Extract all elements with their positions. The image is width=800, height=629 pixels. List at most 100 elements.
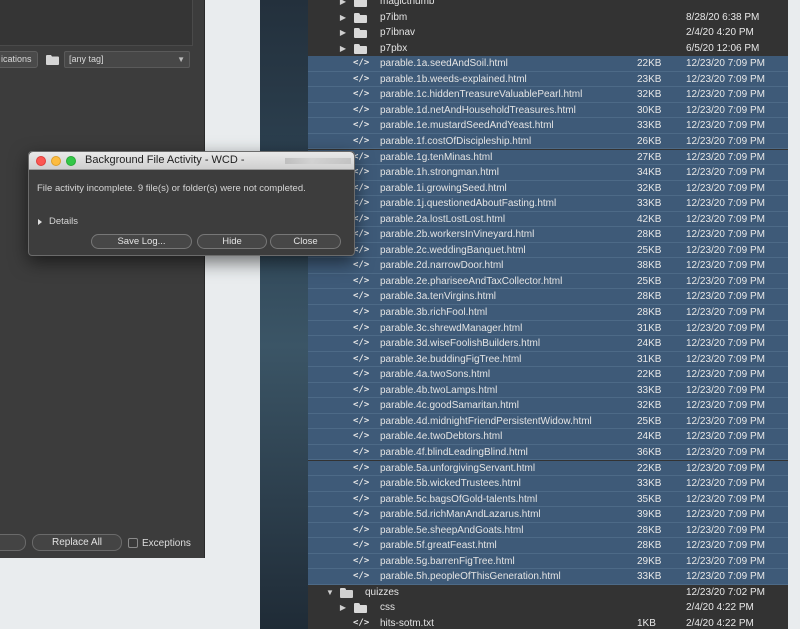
file-row[interactable]: </> parable.5e.sheepAndGoats.html 28KB 12/2… <box>308 522 788 539</box>
file-row[interactable]: </> parable.2e.phariseeAndTaxCollector.ht… <box>308 273 788 290</box>
code-file-icon: </> <box>353 369 370 380</box>
minimize-window-icon[interactable] <box>51 156 61 166</box>
file-name: parable.1h.strongman.html <box>380 167 499 179</box>
file-name: parable.3a.tenVirgins.html <box>380 291 496 303</box>
file-row[interactable]: </> parable.4f.blindLeadingBlind.html 36KB… <box>308 444 788 461</box>
code-file-icon: </> <box>353 229 370 240</box>
file-date: 12/23/20 7:09 PM <box>686 555 765 567</box>
file-name: parable.4f.blindLeadingBlind.html <box>380 446 528 458</box>
file-row[interactable]: </> parable.5d.richManAndLazarus.html 39KB… <box>308 507 788 523</box>
folder-row[interactable]: ▼ quizzes 12/23/20 7:02 PM <box>308 585 788 601</box>
file-row[interactable]: </> parable.3c.shrewdManager.html 31KB 12/2… <box>308 320 788 337</box>
file-row[interactable]: </> parable.1h.strongman.html 34KB 12/23/20… <box>308 165 788 181</box>
folder-row[interactable]: ▶ css 2/4/20 4:22 PM <box>308 600 788 616</box>
file-row[interactable]: </> parable.1g.tenMinas.html 27KB 12/23/20 … <box>308 149 788 165</box>
file-date: 12/23/20 7:02 PM <box>686 586 765 598</box>
replace-button[interactable] <box>0 534 26 551</box>
file-row[interactable]: </> parable.2b.workersInVineyard.html 28KB… <box>308 227 788 243</box>
disclosure-triangle-icon[interactable] <box>38 218 42 225</box>
chevron-right-icon[interactable]: ▶ <box>338 600 348 615</box>
file-name: p7pbx <box>380 42 408 54</box>
file-row[interactable]: </> parable.3b.richFool.html 28KB 12/23/20 … <box>308 305 788 321</box>
file-row[interactable]: </> parable.3a.tenVirgins.html 28KB 12/23/2… <box>308 289 788 305</box>
file-name: parable.1j.questionedAboutFasting.html <box>380 198 557 210</box>
file-row[interactable]: </> parable.3e.buddingFigTree.html 31KB 12/… <box>308 351 788 368</box>
file-size: 23KB <box>637 73 662 85</box>
hide-button[interactable]: Hide <box>197 234 267 249</box>
exceptions-checkbox[interactable] <box>128 538 138 548</box>
chevron-right-icon[interactable]: ▶ <box>338 10 348 25</box>
zoom-window-icon[interactable] <box>66 156 76 166</box>
file-row[interactable]: </> parable.1i.growingSeed.html 32KB 12/23/… <box>308 180 788 197</box>
file-size: 22KB <box>637 369 662 381</box>
file-row[interactable]: </> parable.3d.wiseFoolishBuilders.html 24… <box>308 336 788 352</box>
file-row[interactable]: </> parable.5b.wickedTrustees.html 33KB 12/… <box>308 476 788 492</box>
file-name: parable.1a.seedAndSoil.html <box>380 58 508 70</box>
close-window-icon[interactable] <box>36 156 46 166</box>
file-row[interactable]: </> parable.5a.unforgivingServant.html 22K… <box>308 460 788 476</box>
file-name: css <box>380 602 395 614</box>
chevron-right-icon[interactable]: ▶ <box>338 41 348 56</box>
folder-row[interactable]: ▶ magicthumb <box>308 0 788 10</box>
chevron-down-icon: ▼ <box>177 55 185 64</box>
file-row[interactable]: </> parable.2d.narrowDoor.html 38KB 12/23/2… <box>308 258 788 274</box>
exceptions-option[interactable]: Exceptions <box>128 536 191 550</box>
file-row[interactable]: </> parable.4e.twoDebtors.html 24KB 12/23/2… <box>308 429 788 445</box>
chevron-right-icon[interactable]: ▶ <box>338 25 348 40</box>
file-size: 25KB <box>637 244 662 256</box>
file-size: 28KB <box>637 524 662 536</box>
chevron-right-icon[interactable]: ▶ <box>338 0 348 9</box>
file-row[interactable]: </> parable.4b.twoLamps.html 33KB 12/23/20 … <box>308 382 788 399</box>
save-log-button[interactable]: Save Log... <box>91 234 192 249</box>
folder-row[interactable]: ▶ p7pbx 6/5/20 12:06 PM <box>308 41 788 57</box>
file-date: 12/23/20 7:09 PM <box>686 89 765 101</box>
background-file-activity-dialog: Background File Activity - WCD - File ac… <box>28 151 355 256</box>
file-row[interactable]: </> parable.5g.barrenFigTree.html 29KB 12/2… <box>308 553 788 570</box>
file-row[interactable]: </> parable.5h.peopleOfThisGeneration.htm… <box>308 569 788 585</box>
file-row[interactable]: </> parable.4a.twoSons.html 22KB 12/23/20 7… <box>308 367 788 383</box>
file-date: 12/23/20 7:09 PM <box>686 291 765 303</box>
code-file-icon: </> <box>353 307 370 317</box>
file-row[interactable]: </> parable.1b.weeds-explained.html 23KB 12… <box>308 71 788 88</box>
file-row[interactable]: </> parable.1a.seedAndSoil.html 22KB 12/23/… <box>308 56 788 72</box>
code-file-icon: </> <box>353 540 370 551</box>
file-size: 31KB <box>637 322 662 334</box>
file-row[interactable]: </> parable.1c.hiddenTreasureValuablePear… <box>308 87 788 103</box>
file-date: 12/23/20 7:09 PM <box>686 369 765 381</box>
file-row[interactable]: </> parable.1e.mustardSeedAndYeast.html 33… <box>308 118 788 134</box>
close-button[interactable]: Close <box>270 234 341 249</box>
folder-row[interactable]: ▶ p7ibnav 2/4/20 4:20 PM <box>308 25 788 41</box>
tag-select[interactable]: [any tag] ▼ <box>64 51 190 68</box>
file-row[interactable]: </> parable.1d.netAndHouseholdTreasures.h… <box>308 102 788 119</box>
file-row[interactable]: </> parable.1f.costOfDiscipleship.html 26K… <box>308 133 788 150</box>
file-row[interactable]: </> hits-sotm.txt 1KB 2/4/20 4:22 PM <box>308 616 788 629</box>
chevron-down-icon[interactable]: ▼ <box>325 585 335 600</box>
file-row[interactable]: </> parable.4c.goodSamaritan.html 32KB 12/2… <box>308 398 788 414</box>
file-name: p7ibm <box>380 11 408 23</box>
replace-all-button[interactable]: Replace All <box>32 534 122 551</box>
code-file-icon: </> <box>353 618 370 628</box>
file-name: parable.3c.shrewdManager.html <box>380 322 523 334</box>
file-date: 12/23/20 7:09 PM <box>686 571 765 583</box>
file-row[interactable]: </> parable.1j.questionedAboutFasting.htm… <box>308 196 788 212</box>
file-row[interactable]: </> parable.2c.weddingBanquet.html 25KB 12/… <box>308 242 788 259</box>
folder-icon[interactable] <box>42 51 62 68</box>
file-date: 12/23/20 7:09 PM <box>686 493 765 505</box>
file-name: hits-sotm.txt <box>380 618 434 629</box>
file-date: 12/23/20 7:09 PM <box>686 524 765 536</box>
file-name: parable.1d.netAndHouseholdTreasures.html <box>380 104 576 116</box>
file-row[interactable]: </> parable.2a.lostLostLost.html 42KB 12/23… <box>308 211 788 228</box>
file-row[interactable]: </> parable.5c.bagsOfGold-talents.html 35K… <box>308 491 788 508</box>
file-name: parable.1e.mustardSeedAndYeast.html <box>380 120 554 132</box>
file-size: 30KB <box>637 104 662 116</box>
search-text-area[interactable] <box>0 0 193 46</box>
file-date: 12/23/20 7:09 PM <box>686 415 765 427</box>
file-name: parable.4a.twoSons.html <box>380 369 491 381</box>
details-disclosure[interactable]: Details <box>38 216 78 227</box>
code-file-icon: </> <box>353 198 370 209</box>
folder-row[interactable]: ▶ p7ibm 8/28/20 6:38 PM <box>308 10 788 26</box>
file-row[interactable]: </> parable.5f.greatFeast.html 28KB 12/23/2… <box>308 538 788 554</box>
action-row: Replace All Exceptions <box>0 534 205 552</box>
file-row[interactable]: </> parable.4d.midnightFriendPersistentWi… <box>308 413 788 430</box>
filter-button[interactable]: ications <box>0 51 38 68</box>
